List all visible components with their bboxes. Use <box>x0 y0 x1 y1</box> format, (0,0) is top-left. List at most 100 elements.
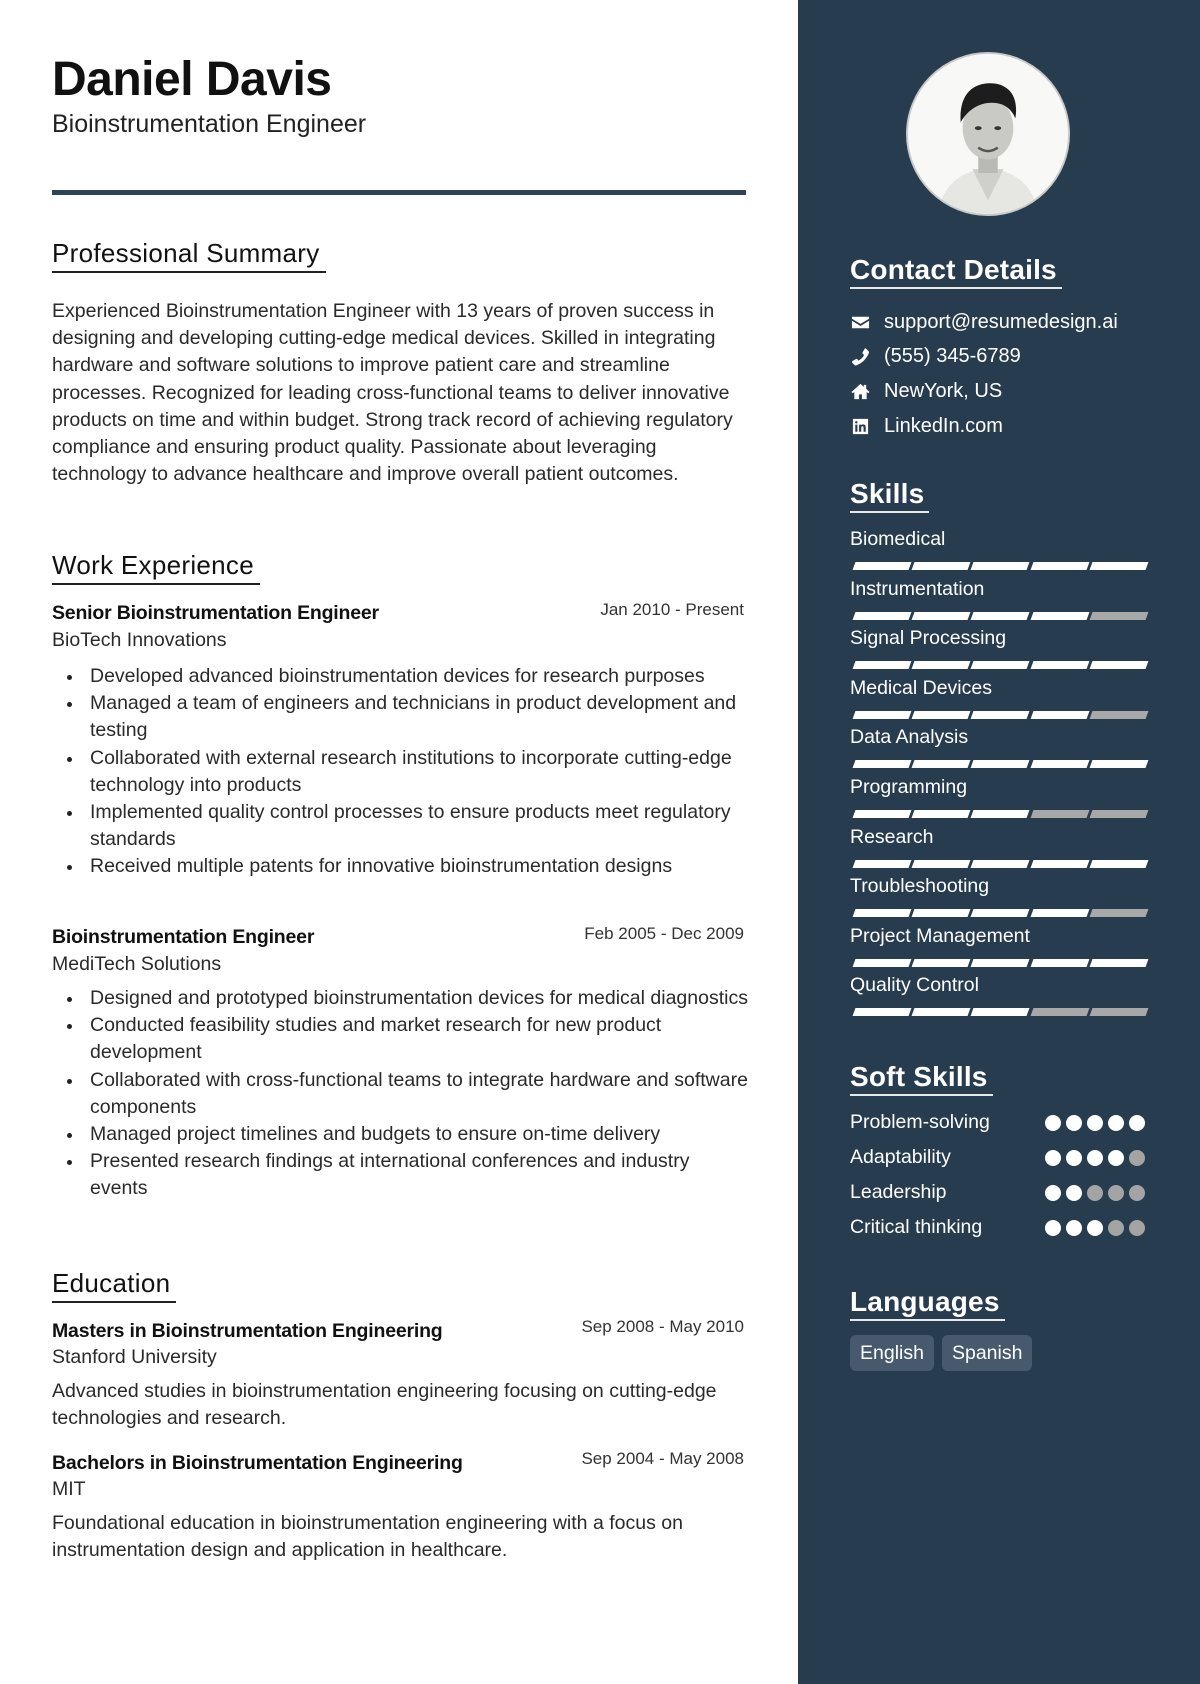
degree-title: Masters in Bioinstrumentation Engineerin… <box>52 1320 443 1342</box>
soft-skill-rating <box>1045 1185 1155 1201</box>
rating-dot-empty <box>1108 1220 1124 1236</box>
skill-segment-filled <box>1089 562 1149 570</box>
language-chip: Spanish <box>941 1335 1033 1371</box>
header-divider <box>52 190 746 195</box>
rating-dot-filled <box>1087 1220 1103 1236</box>
degree-dates: Sep 2004 - May 2008 <box>581 1449 744 1468</box>
degree-description: Foundational education in bioinstrumenta… <box>52 1512 683 1562</box>
summary-text: Experienced Bioinstrumentation Engineer … <box>52 300 733 486</box>
job-bullet: Implemented quality control processes to… <box>52 799 752 853</box>
soft-skill-rating <box>1045 1220 1155 1236</box>
contact-phone[interactable]: (555) 345-6789 <box>850 343 1021 369</box>
soft-skill-label: Adaptability <box>850 1146 951 1168</box>
rating-dot-empty <box>1108 1185 1124 1201</box>
job-bullet: Collaborated with cross-functional teams… <box>52 1067 752 1121</box>
skill-segment-filled <box>1030 760 1090 769</box>
job-bullet: Designed and prototyped bioinstrumentati… <box>52 985 752 1012</box>
skill-rating-bar <box>852 661 1149 670</box>
home-icon <box>850 381 870 401</box>
profile-photo <box>906 52 1070 216</box>
skill-segment-filled <box>970 562 1030 570</box>
rating-dot-empty <box>1129 1220 1145 1236</box>
skill-segment-filled <box>970 1008 1030 1017</box>
skill-segment-empty <box>1089 810 1149 818</box>
skill-label: Programming <box>850 776 968 798</box>
skill-segment-filled <box>970 958 1030 967</box>
skill-segment-filled <box>911 760 971 769</box>
contact-email-text[interactable]: support@resumedesign.ai <box>884 311 1118 334</box>
skill-segment-filled <box>970 859 1030 868</box>
skill-rating-bar <box>852 760 1149 769</box>
skill-segment-filled <box>1089 661 1149 670</box>
skill-rating-bar <box>852 909 1149 918</box>
contact-linkedin-text[interactable]: LinkedIn.com <box>884 415 1003 438</box>
skill-label: Biomedical <box>850 528 946 550</box>
skill-rating-bar <box>852 810 1149 818</box>
skill-segment-empty <box>1030 810 1090 818</box>
phone-icon <box>850 346 870 366</box>
skill-segment-filled <box>1030 661 1090 670</box>
skill-segment-filled <box>1030 909 1090 918</box>
job-bullet: Developed advanced bioinstrumentation de… <box>52 663 752 690</box>
job-bullet: Collaborated with external research inst… <box>52 745 752 799</box>
skill-segment-empty <box>1030 1008 1090 1017</box>
contact-email[interactable]: support@resumedesign.ai <box>850 309 1118 335</box>
skill-segment-filled <box>852 611 912 620</box>
job-bullet: Presented research findings at internati… <box>52 1148 752 1202</box>
skill-rating-bar <box>852 958 1149 967</box>
job-bullet: Managed project timelines and budgets to… <box>52 1121 752 1148</box>
skill-segment-filled <box>911 810 971 818</box>
linkedin-icon <box>850 416 870 436</box>
rating-dot-filled <box>1066 1185 1082 1201</box>
degree-dates: Sep 2008 - May 2010 <box>581 1317 744 1336</box>
skill-segment-filled <box>1089 760 1149 769</box>
job-company: BioTech Innovations <box>52 629 227 651</box>
skill-rating-bar <box>852 562 1149 570</box>
skill-segment-filled <box>911 1008 971 1017</box>
skill-segment-filled <box>852 909 912 918</box>
school-name: MIT <box>52 1478 86 1500</box>
experience-heading: Work Experience <box>52 550 260 585</box>
soft-skill-label: Problem-solving <box>850 1111 990 1133</box>
person-avatar-icon <box>908 54 1068 214</box>
skill-label: Research <box>850 825 934 848</box>
skill-segment-empty <box>1089 611 1149 620</box>
job-title: Senior Bioinstrumentation Engineer <box>52 602 379 624</box>
skill-segment-filled <box>852 562 912 570</box>
skill-segment-filled <box>852 958 912 967</box>
skill-segment-filled <box>852 1008 912 1017</box>
languages-heading: Languages <box>850 1286 1005 1321</box>
skill-label: Medical Devices <box>850 676 992 699</box>
rating-dot-filled <box>1045 1220 1061 1236</box>
job-dates: Feb 2005 - Dec 2009 <box>584 924 744 943</box>
contact-location: NewYork, US <box>850 378 1002 404</box>
skill-segment-filled <box>1030 611 1090 620</box>
summary-heading: Professional Summary <box>52 238 326 273</box>
skill-rating-bar <box>852 1008 1149 1017</box>
job-bullets: Designed and prototyped bioinstrumentati… <box>52 985 752 1203</box>
skill-segment-filled <box>911 562 971 570</box>
skill-rating-bar <box>852 859 1149 868</box>
skill-label: Data Analysis <box>850 726 969 749</box>
contact-phone-text[interactable]: (555) 345-6789 <box>884 345 1021 368</box>
languages-list: English Spanish <box>850 1335 1033 1371</box>
skill-rating-bar <box>852 611 1149 620</box>
skill-segment-filled <box>1089 859 1149 868</box>
rating-dot-filled <box>1045 1185 1061 1201</box>
skill-segment-filled <box>852 710 912 719</box>
skill-segment-filled <box>1030 859 1090 868</box>
skill-segment-filled <box>852 760 912 769</box>
rating-dot-empty <box>1087 1185 1103 1201</box>
job-dates: Jan 2010 - Present <box>600 600 744 619</box>
skill-segment-filled <box>970 710 1030 719</box>
rating-dot-filled <box>1066 1150 1082 1166</box>
main-column: Daniel Davis Bioinstrumentation Engineer… <box>0 0 798 1684</box>
skill-label: Project Management <box>850 924 1030 947</box>
contact-heading: Contact Details <box>850 254 1062 289</box>
contact-linkedin[interactable]: LinkedIn.com <box>850 413 1003 439</box>
skill-segment-filled <box>970 760 1030 769</box>
language-chip: English <box>850 1335 934 1371</box>
skill-segment-filled <box>852 859 912 868</box>
skill-segment-filled <box>911 909 971 918</box>
skill-segment-filled <box>1030 710 1090 719</box>
